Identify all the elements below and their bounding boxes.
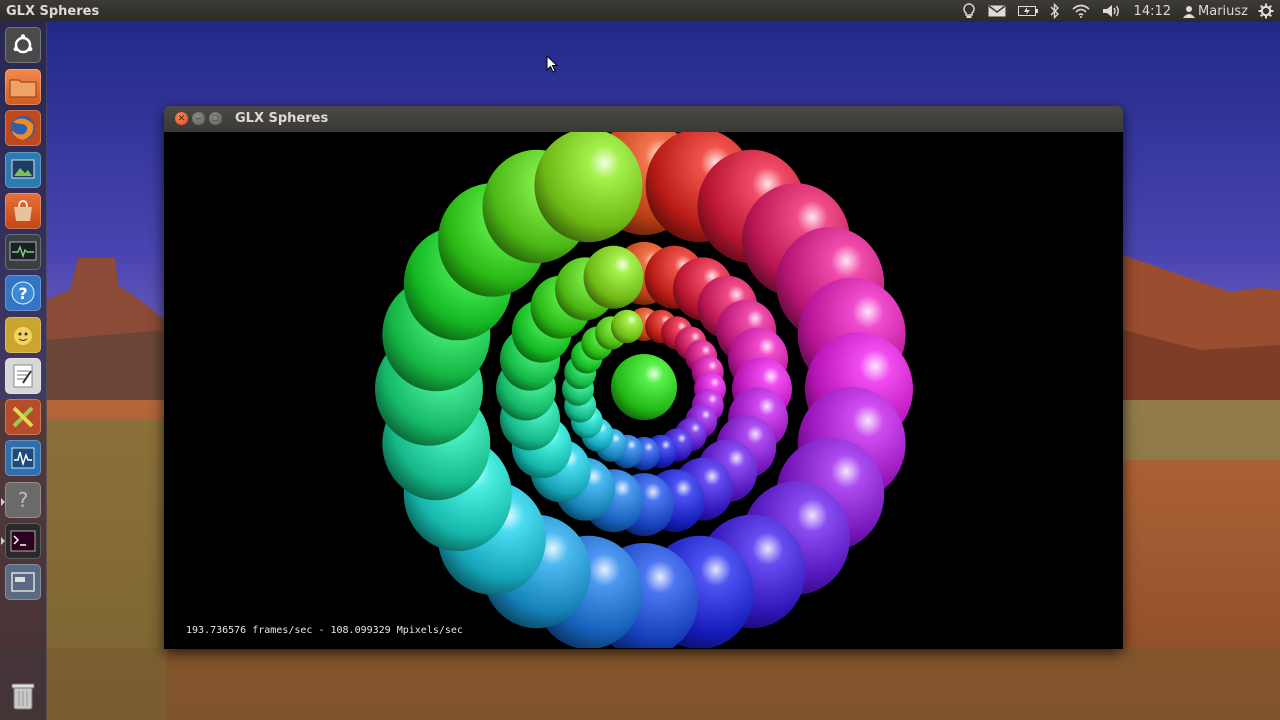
chat-icon: [14, 327, 32, 345]
clock[interactable]: 14:12: [1134, 0, 1171, 22]
sphere: [583, 245, 644, 309]
top-panel: GLX Spheres 14:12 Mariusz: [0, 0, 1280, 22]
launcher-unknown-app[interactable]: ?: [5, 482, 41, 518]
terminal-icon: [10, 530, 36, 552]
help-icon: ?: [11, 281, 35, 305]
user-menu[interactable]: Mariusz: [1183, 0, 1248, 22]
trash-icon: [11, 683, 35, 710]
volume-icon[interactable]: [1102, 0, 1122, 22]
app-title: GLX Spheres: [6, 3, 100, 19]
image-icon: [11, 159, 35, 179]
window-icon: [11, 572, 35, 592]
indicator-area: 14:12 Mariusz: [956, 0, 1280, 22]
text-editor-icon: [13, 364, 33, 388]
lightbulb-icon[interactable]: [962, 0, 976, 22]
user-name: Mariusz: [1198, 3, 1248, 19]
launcher-chat[interactable]: [5, 317, 41, 353]
launcher-software-center[interactable]: [5, 193, 41, 229]
minimize-icon: –: [195, 113, 201, 123]
bluetooth-icon[interactable]: [1050, 0, 1060, 22]
sphere: [534, 132, 643, 243]
launcher: ? ?: [0, 22, 47, 720]
shopping-bag-icon: [14, 200, 32, 221]
launcher-dash-home[interactable]: [5, 27, 41, 63]
launcher-image-viewer[interactable]: [5, 152, 41, 188]
question-icon: ?: [18, 488, 29, 512]
svg-text:?: ?: [18, 488, 29, 512]
launcher-graph[interactable]: [5, 440, 41, 476]
fps-readout: 193.736576 frames/sec - 108.099329 Mpixe…: [186, 625, 463, 636]
window-titlebar[interactable]: ✕ – □ GLX Spheres: [164, 106, 1123, 132]
maximize-button[interactable]: □: [209, 112, 222, 125]
monitor-icon: [9, 241, 37, 261]
launcher-system-monitor[interactable]: [5, 234, 41, 270]
launcher-firefox[interactable]: [5, 110, 41, 146]
tools-icon: [12, 406, 34, 428]
launcher-tools[interactable]: [5, 399, 41, 435]
glx-spheres-window: ✕ – □ GLX Spheres 193.736576 frames/sec …: [164, 106, 1123, 649]
sphere: [610, 309, 643, 344]
battery-icon[interactable]: [1017, 0, 1038, 22]
launcher-help[interactable]: ?: [5, 275, 41, 311]
user-icon: [1183, 5, 1196, 18]
launcher-files[interactable]: [5, 69, 41, 105]
mouse-cursor-icon: [546, 55, 558, 73]
minimize-button[interactable]: –: [192, 112, 205, 125]
close-icon: ✕: [177, 113, 186, 123]
graph-icon: [11, 447, 35, 469]
launcher-trash[interactable]: [5, 678, 41, 714]
launcher-terminal[interactable]: [5, 523, 41, 559]
launcher-workspace[interactable]: [5, 564, 41, 600]
maximize-icon: □: [212, 113, 219, 123]
wifi-icon[interactable]: [1072, 0, 1090, 22]
folder-icon: [9, 79, 37, 98]
close-button[interactable]: ✕: [175, 112, 188, 125]
launcher-text-editor[interactable]: [5, 358, 41, 394]
svg-text:?: ?: [18, 284, 27, 303]
mail-icon[interactable]: [988, 0, 1006, 22]
firefox-icon: [11, 116, 35, 140]
gear-icon[interactable]: [1258, 0, 1274, 22]
render-canvas: [165, 132, 1122, 648]
window-title: GLX Spheres: [235, 111, 329, 126]
ubuntu-logo-icon: [13, 34, 33, 54]
sphere-rings: [375, 132, 913, 648]
center-sphere: [611, 354, 677, 420]
